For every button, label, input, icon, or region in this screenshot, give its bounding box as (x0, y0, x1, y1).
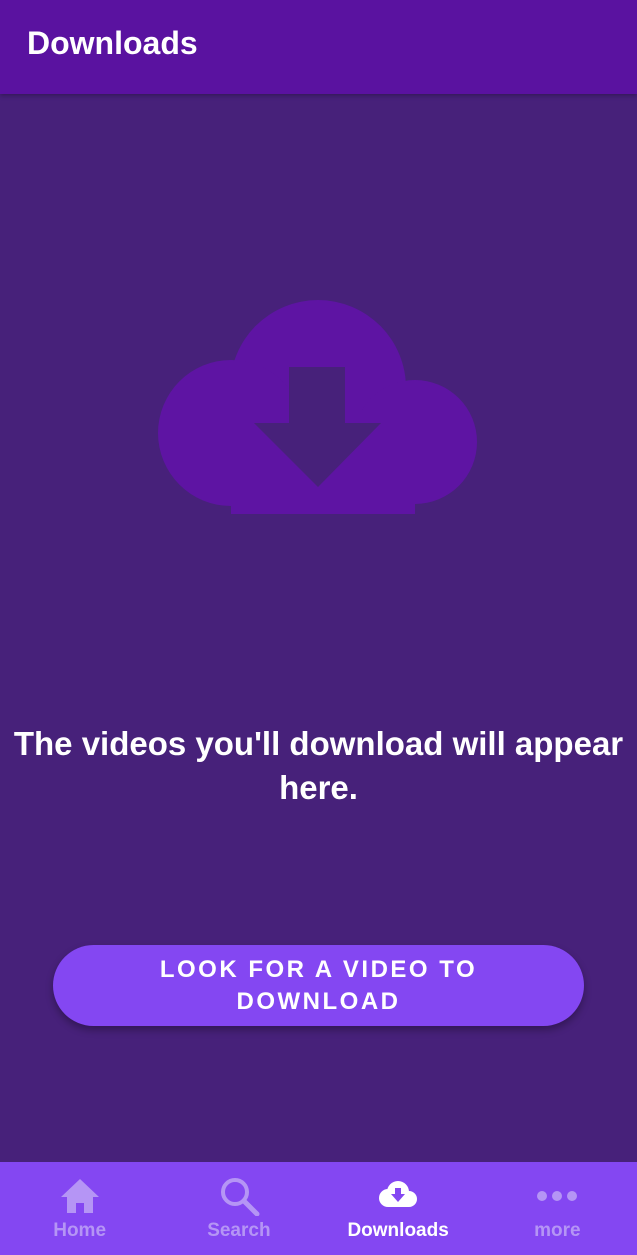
bottom-navigation: Home Search Downloads more (0, 1162, 637, 1255)
nav-item-more[interactable]: more (478, 1162, 637, 1255)
nav-label-more: more (534, 1220, 581, 1241)
cloud-download-icon (376, 1176, 420, 1216)
cloud-download-icon (158, 300, 478, 514)
nav-item-search[interactable]: Search (159, 1162, 318, 1255)
look-for-video-button-label: LOOK FOR A VIDEO TO DOWNLOAD (159, 955, 478, 1015)
nav-label-downloads: Downloads (347, 1220, 449, 1241)
empty-state-message: The videos you'll download will appear h… (13, 725, 624, 806)
nav-item-home[interactable]: Home (0, 1162, 159, 1255)
nav-label-search: Search (207, 1220, 271, 1241)
more-dots-icon (535, 1176, 579, 1216)
app-bar: Downloads (0, 0, 637, 94)
nav-label-home: Home (53, 1220, 107, 1241)
page-title: Downloads (27, 24, 198, 61)
search-icon (217, 1176, 261, 1216)
nav-item-downloads[interactable]: Downloads (319, 1162, 478, 1255)
home-icon (58, 1176, 102, 1216)
look-for-video-button[interactable]: LOOK FOR A VIDEO TO DOWNLOAD (53, 945, 584, 1026)
